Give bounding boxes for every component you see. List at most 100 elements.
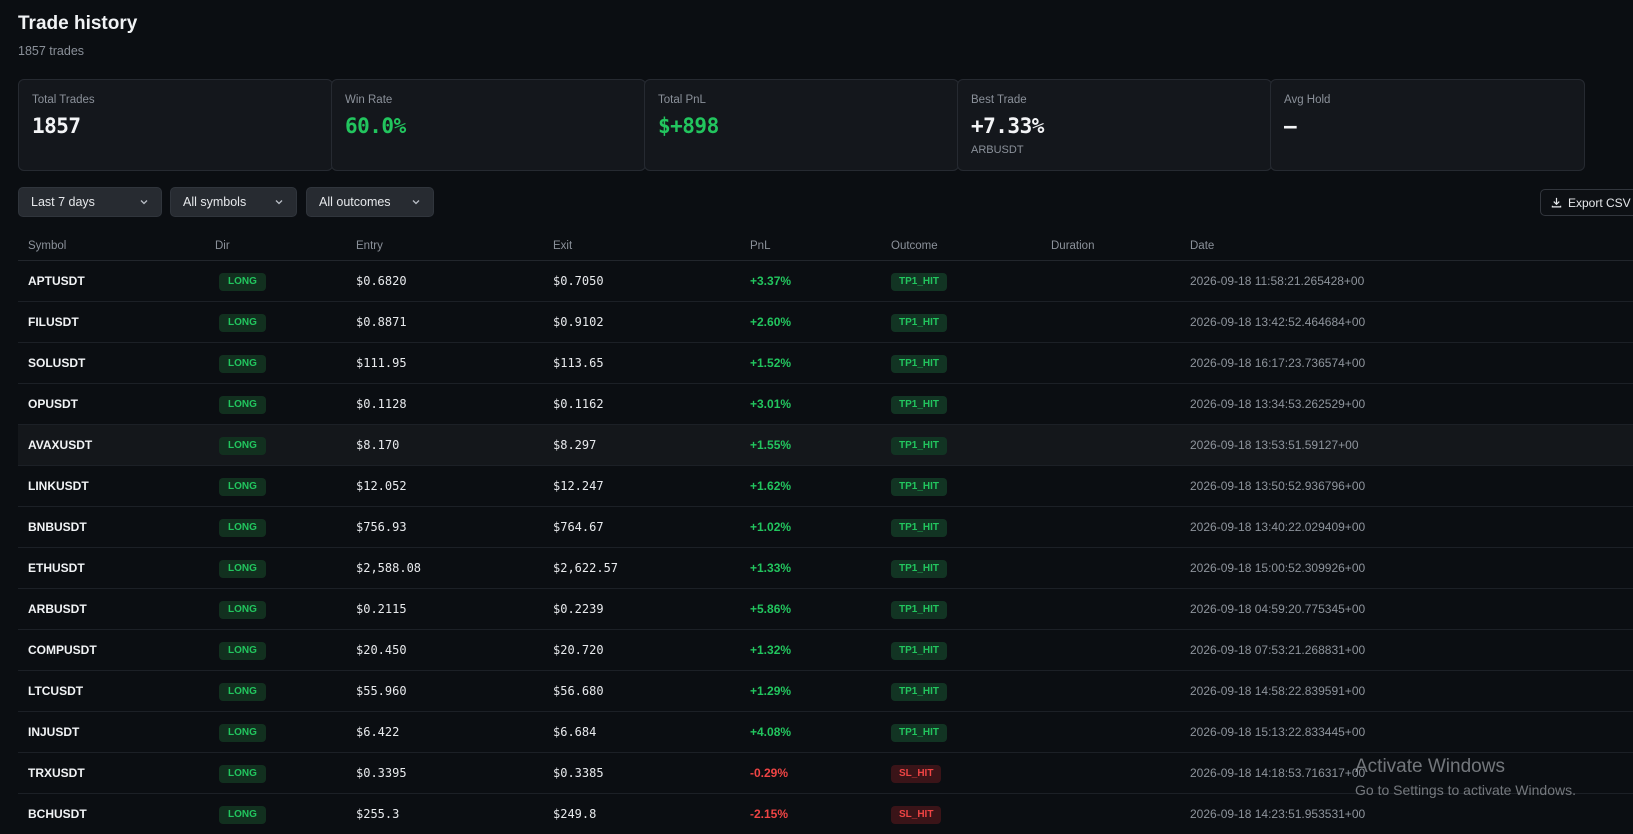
direction-badge: LONG bbox=[219, 273, 266, 291]
stat-card-avg-hold: Avg Hold — bbox=[1270, 79, 1585, 171]
period-filter-value: Last 7 days bbox=[31, 195, 95, 209]
table-row[interactable]: OPUSDT LONG $0.1128 $0.1162 +3.01% TP1_HIT 202… bbox=[18, 384, 1633, 425]
symbol-cell: OPUSDT bbox=[28, 397, 79, 411]
entry-price-cell: $0.8871 bbox=[356, 315, 407, 329]
entry-price-cell: $0.1128 bbox=[356, 397, 407, 411]
symbol-cell: LINKUSDT bbox=[28, 479, 89, 493]
direction-cell: LONG bbox=[219, 683, 266, 701]
pnl-cell: -2.15% bbox=[750, 807, 789, 821]
symbol-cell: COMPUSDT bbox=[28, 643, 97, 657]
pnl-cell: +4.08% bbox=[750, 725, 792, 739]
outcome-cell: TP1_HIT bbox=[891, 642, 948, 660]
outcome-badge: TP1_HIT bbox=[891, 724, 948, 742]
outcome-cell: TP1_HIT bbox=[891, 519, 948, 537]
direction-badge: LONG bbox=[219, 478, 266, 496]
exit-price-cell: $20.720 bbox=[553, 643, 604, 657]
stat-card-total-trades: Total Trades 1857 bbox=[18, 79, 333, 171]
symbol-cell: APTUSDT bbox=[28, 274, 85, 288]
export-csv-button[interactable]: Export CSV bbox=[1540, 189, 1633, 216]
direction-badge: LONG bbox=[219, 396, 266, 414]
column-header-date[interactable]: Date bbox=[1190, 240, 1214, 252]
table-row[interactable]: LTCUSDT LONG $55.960 $56.680 +1.29% TP1_HIT 20… bbox=[18, 671, 1633, 712]
column-header-exit[interactable]: Exit bbox=[553, 240, 572, 252]
pnl-cell: +3.01% bbox=[750, 397, 792, 411]
stat-value: $+898 bbox=[658, 114, 719, 138]
stat-value: +7.33% bbox=[971, 114, 1044, 138]
pnl-cell: +1.33% bbox=[750, 561, 792, 575]
symbol-cell: INJUSDT bbox=[28, 725, 80, 739]
direction-badge: LONG bbox=[219, 724, 266, 742]
date-cell: 2026-09-18 13:50:52.936796+00 bbox=[1190, 479, 1366, 493]
exit-price-cell: $8.297 bbox=[553, 438, 597, 452]
chevron-down-icon bbox=[140, 200, 148, 205]
table-row[interactable]: SOLUSDT LONG $111.95 $113.65 +1.52% TP1_HIT 20… bbox=[18, 343, 1633, 384]
column-header-pnl[interactable]: PnL bbox=[750, 240, 770, 252]
stat-card-best-trade: Best Trade +7.33% ARBUSDT bbox=[957, 79, 1272, 171]
trade-count: 1857 trades bbox=[18, 44, 85, 58]
table-row[interactable]: INJUSDT LONG $6.422 $6.684 +4.08% TP1_HIT 2026… bbox=[18, 712, 1633, 753]
column-header-symbol[interactable]: Symbol bbox=[28, 240, 66, 252]
table-row[interactable]: AVAXUSDT LONG $8.170 $8.297 +1.55% TP1_HIT 202… bbox=[18, 425, 1633, 466]
watermark-subtitle: Go to Settings to activate Windows. bbox=[1355, 782, 1576, 798]
table-row[interactable]: ETHUSDT LONG $2,588.08 $2,622.57 +1.33% TP1_H… bbox=[18, 548, 1633, 589]
period-filter-dropdown[interactable]: Last 7 days bbox=[18, 187, 162, 217]
pnl-cell: +1.32% bbox=[750, 643, 792, 657]
table-row[interactable]: COMPUSDT LONG $20.450 $20.720 +1.32% TP1_HIT 2… bbox=[18, 630, 1633, 671]
stat-label: Win Rate bbox=[345, 94, 393, 106]
outcome-filter-value: All outcomes bbox=[319, 195, 391, 209]
exit-price-cell: $6.684 bbox=[553, 725, 597, 739]
outcome-cell: TP1_HIT bbox=[891, 396, 948, 414]
direction-badge: LONG bbox=[219, 765, 266, 783]
stat-value: 1857 bbox=[32, 114, 81, 138]
table-row[interactable]: LINKUSDT LONG $12.052 $12.247 +1.62% TP1_HIT 2… bbox=[18, 466, 1633, 507]
entry-price-cell: $255.3 bbox=[356, 807, 400, 821]
stat-label: Avg Hold bbox=[1284, 94, 1331, 106]
direction-badge: LONG bbox=[219, 314, 266, 332]
entry-price-cell: $0.2115 bbox=[356, 602, 407, 616]
symbol-cell: BNBUSDT bbox=[28, 520, 87, 534]
table-row[interactable]: ARBUSDT LONG $0.2115 $0.2239 +5.86% TP1_HIT 20… bbox=[18, 589, 1633, 630]
outcome-badge: TP1_HIT bbox=[891, 683, 948, 701]
table-row[interactable]: FILUSDT LONG $0.8871 $0.9102 +2.60% TP1_HIT 20… bbox=[18, 302, 1633, 343]
entry-price-cell: $8.170 bbox=[356, 438, 400, 452]
column-header-entry[interactable]: Entry bbox=[356, 240, 383, 252]
pnl-cell: +1.02% bbox=[750, 520, 792, 534]
page-title: Trade history bbox=[18, 13, 138, 34]
stat-label: Best Trade bbox=[971, 94, 1027, 106]
pnl-cell: +1.52% bbox=[750, 356, 792, 370]
table-row[interactable]: APTUSDT LONG $0.6820 $0.7050 +3.37% TP1_HIT 20… bbox=[18, 261, 1633, 302]
download-icon bbox=[1551, 197, 1562, 208]
outcome-cell: TP1_HIT bbox=[891, 601, 948, 619]
direction-cell: LONG bbox=[219, 560, 266, 578]
entry-price-cell: $20.450 bbox=[356, 643, 407, 657]
export-csv-label: Export CSV bbox=[1568, 195, 1631, 210]
table-header: Symbol Dir Entry Exit PnL Outcome Durati… bbox=[18, 232, 1633, 261]
outcome-cell: SL_HIT bbox=[891, 765, 942, 783]
outcome-cell: TP1_HIT bbox=[891, 478, 948, 496]
outcome-cell: TP1_HIT bbox=[891, 724, 948, 742]
column-header-dir[interactable]: Dir bbox=[215, 240, 230, 252]
outcome-cell: TP1_HIT bbox=[891, 683, 948, 701]
direction-cell: LONG bbox=[219, 519, 266, 537]
stat-value: — bbox=[1284, 114, 1297, 138]
outcome-badge: TP1_HIT bbox=[891, 273, 948, 291]
symbol-cell: SOLUSDT bbox=[28, 356, 86, 370]
outcome-badge: TP1_HIT bbox=[891, 396, 948, 414]
outcome-badge: TP1_HIT bbox=[891, 478, 948, 496]
column-header-duration[interactable]: Duration bbox=[1051, 240, 1094, 252]
outcome-filter-dropdown[interactable]: All outcomes bbox=[306, 187, 434, 217]
stat-card-win-rate: Win Rate 60.0% bbox=[331, 79, 646, 171]
direction-cell: LONG bbox=[219, 437, 266, 455]
table-row[interactable]: BNBUSDT LONG $756.93 $764.67 +1.02% TP1_HIT 20… bbox=[18, 507, 1633, 548]
exit-price-cell: $0.1162 bbox=[553, 397, 604, 411]
symbol-filter-dropdown[interactable]: All symbols bbox=[170, 187, 297, 217]
outcome-badge: TP1_HIT bbox=[891, 355, 948, 373]
stat-label: Total Trades bbox=[32, 94, 95, 106]
outcome-badge: TP1_HIT bbox=[891, 560, 948, 578]
symbol-cell: FILUSDT bbox=[28, 315, 79, 329]
column-header-outcome[interactable]: Outcome bbox=[891, 240, 938, 252]
direction-cell: LONG bbox=[219, 806, 266, 824]
entry-price-cell: $0.3395 bbox=[356, 766, 407, 780]
symbol-cell: AVAXUSDT bbox=[28, 438, 93, 452]
table-row[interactable]: BCHUSDT LONG $255.3 $249.8 -2.15% SL_HIT 2026-… bbox=[18, 794, 1633, 834]
